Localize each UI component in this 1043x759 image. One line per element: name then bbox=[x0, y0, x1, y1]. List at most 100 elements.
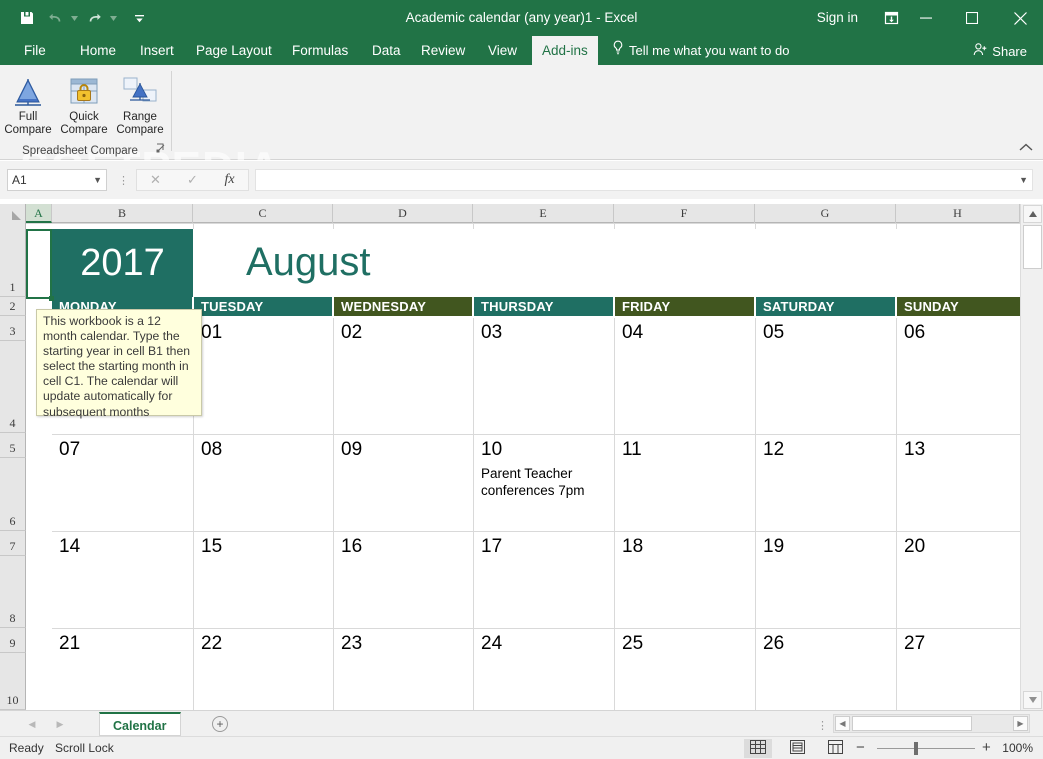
tell-me-search[interactable]: Tell me what you want to do bbox=[612, 36, 789, 65]
sheet-tab-calendar[interactable]: Calendar bbox=[99, 712, 181, 736]
zoom-slider-thumb[interactable] bbox=[914, 742, 918, 755]
page-break-preview-button[interactable] bbox=[821, 739, 849, 758]
day-cell[interactable]: 27 bbox=[897, 629, 1020, 710]
day-cell[interactable]: 07 bbox=[52, 435, 193, 531]
next-sheet-icon[interactable]: ▶ bbox=[50, 715, 70, 733]
tab-review[interactable]: Review bbox=[411, 36, 475, 65]
quick-compare-button[interactable]: Quick Compare bbox=[56, 69, 112, 137]
undo-icon[interactable] bbox=[42, 5, 68, 31]
day-cell[interactable]: 17 bbox=[474, 532, 614, 628]
tab-formulas[interactable]: Formulas bbox=[282, 36, 358, 65]
tab-data[interactable]: Data bbox=[362, 36, 411, 65]
column-header-e[interactable]: E bbox=[473, 204, 614, 223]
tab-page-layout[interactable]: Page Layout bbox=[186, 36, 282, 65]
day-cell[interactable]: 20 bbox=[897, 532, 1020, 628]
formula-input[interactable]: ▼ bbox=[255, 169, 1033, 191]
zoom-in-button[interactable]: + bbox=[982, 740, 991, 756]
day-cell[interactable]: 21 bbox=[52, 629, 193, 710]
tab-add-ins[interactable]: Add-ins bbox=[532, 36, 598, 65]
collapse-ribbon-button[interactable] bbox=[1019, 143, 1033, 155]
day-cell[interactable]: 14 bbox=[52, 532, 193, 628]
day-cell[interactable]: 19 bbox=[756, 532, 896, 628]
column-header-a[interactable]: A bbox=[26, 204, 52, 223]
day-cell[interactable]: 02 bbox=[334, 318, 473, 434]
day-cell[interactable]: 22 bbox=[194, 629, 333, 710]
cell-comment-popup[interactable]: This workbook is a 12 month calendar. Ty… bbox=[36, 309, 202, 419]
scroll-up-icon[interactable] bbox=[1023, 205, 1042, 223]
row-header-9[interactable]: 9 bbox=[0, 628, 26, 653]
tab-home[interactable]: Home bbox=[70, 36, 126, 65]
name-box[interactable]: A1 ▼ bbox=[7, 169, 107, 191]
fx-icon[interactable]: fx bbox=[211, 170, 248, 190]
column-header-b[interactable]: B bbox=[52, 204, 193, 223]
day-cell[interactable]: 13 bbox=[897, 435, 1020, 531]
horizontal-scrollbar-thumb[interactable] bbox=[852, 716, 972, 731]
row-header-10[interactable]: 10 bbox=[0, 653, 26, 710]
day-cell[interactable]: 10 Parent Teacher conferences 7pm bbox=[474, 435, 614, 531]
scroll-right-icon[interactable]: ▶ bbox=[1013, 716, 1028, 731]
day-cell[interactable]: 23 bbox=[334, 629, 473, 710]
day-cell[interactable]: 26 bbox=[756, 629, 896, 710]
calendar-month-title[interactable]: August bbox=[246, 240, 371, 285]
tab-file[interactable]: File bbox=[14, 36, 56, 65]
expand-formula-bar-icon[interactable]: ▼ bbox=[1019, 175, 1028, 185]
column-header-h[interactable]: H bbox=[896, 204, 1020, 223]
day-cell[interactable]: 06 bbox=[897, 318, 1020, 434]
column-header-c[interactable]: C bbox=[193, 204, 333, 223]
day-cell[interactable]: 25 bbox=[615, 629, 755, 710]
previous-sheet-icon[interactable]: ◀ bbox=[22, 715, 42, 733]
row-header-5[interactable]: 5 bbox=[0, 433, 26, 458]
day-cell[interactable]: 12 bbox=[756, 435, 896, 531]
day-cell[interactable]: 11 bbox=[615, 435, 755, 531]
day-cell[interactable]: 15 bbox=[194, 532, 333, 628]
day-cell[interactable]: 09 bbox=[334, 435, 473, 531]
row-header-7[interactable]: 7 bbox=[0, 531, 26, 556]
save-icon[interactable] bbox=[14, 5, 40, 31]
day-cell[interactable]: 04 bbox=[615, 318, 755, 434]
cancel-icon[interactable]: ✕ bbox=[137, 170, 174, 190]
zoom-slider-track[interactable] bbox=[877, 748, 975, 749]
active-cell-a1[interactable] bbox=[26, 229, 52, 299]
vertical-scrollbar-thumb[interactable] bbox=[1023, 225, 1042, 269]
redo-icon[interactable] bbox=[81, 5, 107, 31]
day-cell[interactable]: 05 bbox=[756, 318, 896, 434]
column-header-f[interactable]: F bbox=[614, 204, 755, 223]
column-header-g[interactable]: G bbox=[755, 204, 896, 223]
add-sheet-icon[interactable]: + bbox=[212, 716, 228, 732]
day-cell[interactable]: 08 bbox=[194, 435, 333, 531]
zoom-level[interactable]: 100% bbox=[1002, 741, 1033, 755]
column-header-d[interactable]: D bbox=[333, 204, 473, 223]
fill-handle[interactable] bbox=[49, 296, 54, 301]
ribbon-display-options-icon[interactable] bbox=[879, 7, 903, 29]
scroll-left-icon[interactable]: ◀ bbox=[835, 716, 850, 731]
row-header-6[interactable]: 6 bbox=[0, 458, 26, 531]
row-header-3[interactable]: 3 bbox=[0, 316, 26, 341]
row-header-4[interactable]: 4 bbox=[0, 341, 26, 433]
tab-insert[interactable]: Insert bbox=[130, 36, 184, 65]
vertical-scrollbar[interactable] bbox=[1020, 204, 1043, 710]
row-header-2[interactable]: 2 bbox=[0, 297, 26, 316]
range-compare-button[interactable]: Range Compare bbox=[112, 69, 168, 137]
chevron-down-icon[interactable]: ▼ bbox=[93, 175, 102, 185]
calendar-year-cell[interactable]: 2017 bbox=[52, 229, 193, 297]
page-layout-view-button[interactable] bbox=[783, 739, 811, 758]
day-cell[interactable]: 01 bbox=[194, 318, 333, 434]
redo-dropdown-icon[interactable] bbox=[109, 5, 118, 31]
sign-in-button[interactable]: Sign in bbox=[817, 0, 858, 36]
row-header-8[interactable]: 8 bbox=[0, 556, 26, 628]
select-all-button[interactable] bbox=[0, 204, 26, 223]
maximize-button[interactable] bbox=[949, 0, 995, 36]
undo-dropdown-icon[interactable] bbox=[70, 5, 79, 31]
close-button[interactable] bbox=[997, 0, 1043, 36]
minimize-button[interactable] bbox=[903, 0, 949, 36]
day-cell[interactable]: 18 bbox=[615, 532, 755, 628]
normal-view-button[interactable] bbox=[744, 739, 772, 758]
day-cell[interactable]: 24 bbox=[474, 629, 614, 710]
tab-view[interactable]: View bbox=[478, 36, 527, 65]
share-button[interactable]: Share bbox=[965, 39, 1035, 63]
full-compare-button[interactable]: Full Compare bbox=[0, 69, 56, 137]
customize-quick-access-toolbar-icon[interactable] bbox=[126, 5, 152, 31]
day-cell[interactable]: 03 bbox=[474, 318, 614, 434]
day-cell[interactable]: 16 bbox=[334, 532, 473, 628]
dialog-box-launcher-icon[interactable] bbox=[156, 143, 166, 156]
